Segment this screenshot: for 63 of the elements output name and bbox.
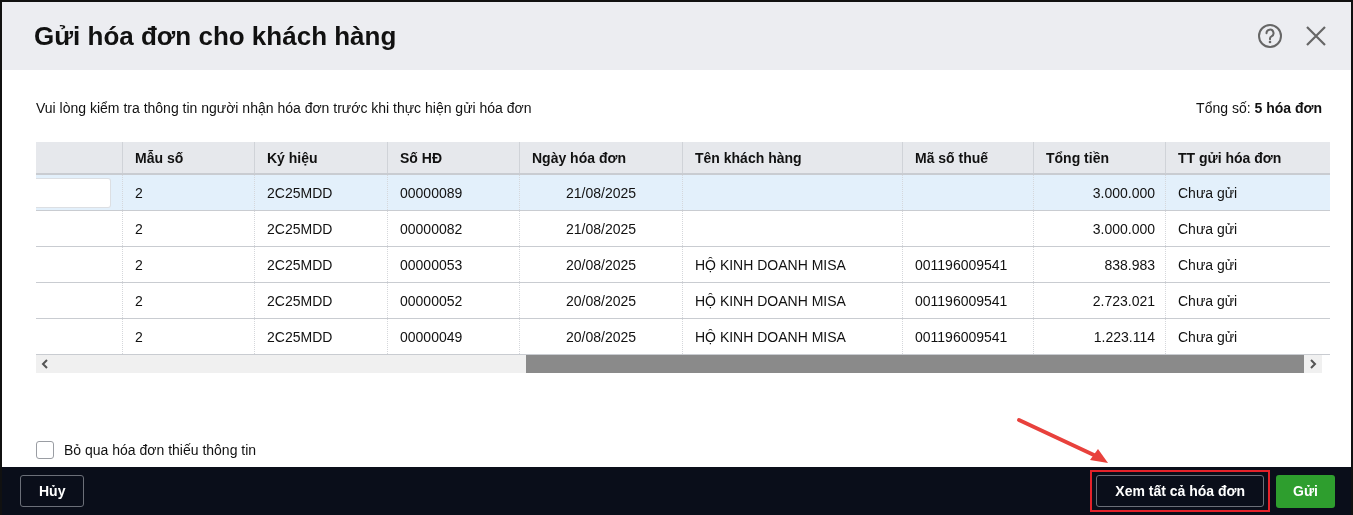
scroll-left-icon[interactable] — [41, 359, 49, 369]
table-cell: Chưa gửi — [1178, 184, 1238, 201]
column-header[interactable]: Tên khách hàng — [682, 142, 903, 174]
table-cell: 20/08/2025 — [565, 256, 637, 273]
table-row[interactable]: 2 2C25MDD 00000049 20/08/2025 HỘ KINH DOANH MISA 001196009541 1.223.114 Chưa gửi — [36, 318, 1330, 355]
table-cell: Chưa gửi — [1178, 256, 1238, 273]
column-header[interactable]: Ngày hóa đơn — [519, 142, 683, 174]
table-cell: 21/08/2025 — [565, 184, 637, 201]
table-cell: 20/08/2025 — [565, 328, 637, 345]
table-cell: 2C25MDD — [267, 220, 333, 237]
table-cell: Chưa gửi — [1178, 292, 1238, 309]
table-cell: 2C25MDD — [267, 292, 333, 309]
cancel-button[interactable]: Hủy — [20, 475, 85, 507]
close-icon[interactable] — [1305, 25, 1327, 47]
cell-input-field[interactable] — [36, 177, 111, 208]
table-cell: 001196009541 — [915, 292, 1008, 309]
table-cell: 1.223.114 — [1093, 328, 1155, 345]
help-icon[interactable] — [1257, 23, 1283, 49]
table-row[interactable]: 2 2C25MDD 00000052 20/08/2025 HỘ KINH DOANH MISA 001196009541 2.723.021 Chưa gửi — [36, 282, 1330, 319]
column-header[interactable]: TT gửi hóa đơn — [1165, 142, 1330, 174]
table-cell: 3.000.000 — [1092, 220, 1155, 237]
column-header[interactable]: Tổng tiền — [1033, 142, 1166, 174]
column-header[interactable]: Ký hiệu — [254, 142, 388, 174]
table-cell: 21/08/2025 — [565, 220, 637, 237]
table-row[interactable]: 2 2C25MDD 00000053 20/08/2025 HỘ KINH DOANH MISA 001196009541 838.983 Chưa gửi — [36, 246, 1330, 283]
table-cell: HỘ KINH DOANH MISA — [695, 328, 846, 345]
table-cell: Chưa gửi — [1178, 328, 1238, 345]
table-cell: 20/08/2025 — [565, 292, 637, 309]
table-row[interactable]: 2 2C25MDD 00000082 21/08/2025 3.000.000 Chưa gửi — [36, 210, 1330, 247]
table-cell: 2C25MDD — [267, 256, 333, 273]
table-cell: HỘ KINH DOANH MISA — [695, 256, 846, 273]
scrollbar-thumb[interactable] — [526, 355, 1304, 373]
table-cell: 838.983 — [1104, 256, 1155, 273]
table-cell: 2.723.021 — [1092, 292, 1155, 309]
table-cell: 2C25MDD — [267, 184, 333, 201]
table-cell: 2C25MDD — [267, 328, 333, 345]
checkbox-label: Bỏ qua hóa đơn thiếu thông tin — [64, 442, 257, 458]
scroll-right-icon[interactable] — [1309, 359, 1317, 369]
table-cell: 3.000.000 — [1092, 184, 1155, 201]
table-cell: 2 — [135, 220, 143, 237]
instruction-text: Vui lòng kiểm tra thông tin người nhận hóa đơn trước khi thực hiện gửi hóa đơn — [36, 100, 532, 116]
table-cell: 00000053 — [400, 256, 463, 273]
table-cell: 00000052 — [400, 292, 463, 309]
view-all-button[interactable]: Xem tất cả hóa đơn — [1096, 475, 1265, 507]
table-cell: 2 — [135, 184, 143, 201]
checkbox[interactable] — [36, 441, 54, 459]
table-cell: 00000082 — [400, 220, 463, 237]
table-cell: 00000049 — [400, 328, 463, 345]
column-header[interactable]: Mẫu số — [122, 142, 255, 174]
total-count: Tổng số: 5 hóa đơn — [1196, 100, 1322, 116]
dialog-title: Gửi hóa đơn cho khách hàng — [34, 20, 397, 52]
table-cell: HỘ KINH DOANH MISA — [695, 292, 846, 309]
table-cell: 001196009541 — [915, 328, 1008, 345]
column-header[interactable]: Số HĐ — [387, 142, 520, 174]
column-header[interactable]: Mã số thuế — [902, 142, 1034, 174]
table-cell: 2 — [135, 328, 143, 345]
horizontal-scrollbar[interactable] — [36, 355, 1322, 373]
table-cell: 001196009541 — [915, 256, 1008, 273]
table-cell: Chưa gửi — [1178, 220, 1238, 237]
table-cell: 00000089 — [400, 184, 463, 201]
table-cell: 2 — [135, 256, 143, 273]
table-cell: 2 — [135, 292, 143, 309]
table-row[interactable]: 2 2C25MDD 00000089 21/08/2025 3.000.000 Chưa gửi — [36, 174, 1330, 211]
